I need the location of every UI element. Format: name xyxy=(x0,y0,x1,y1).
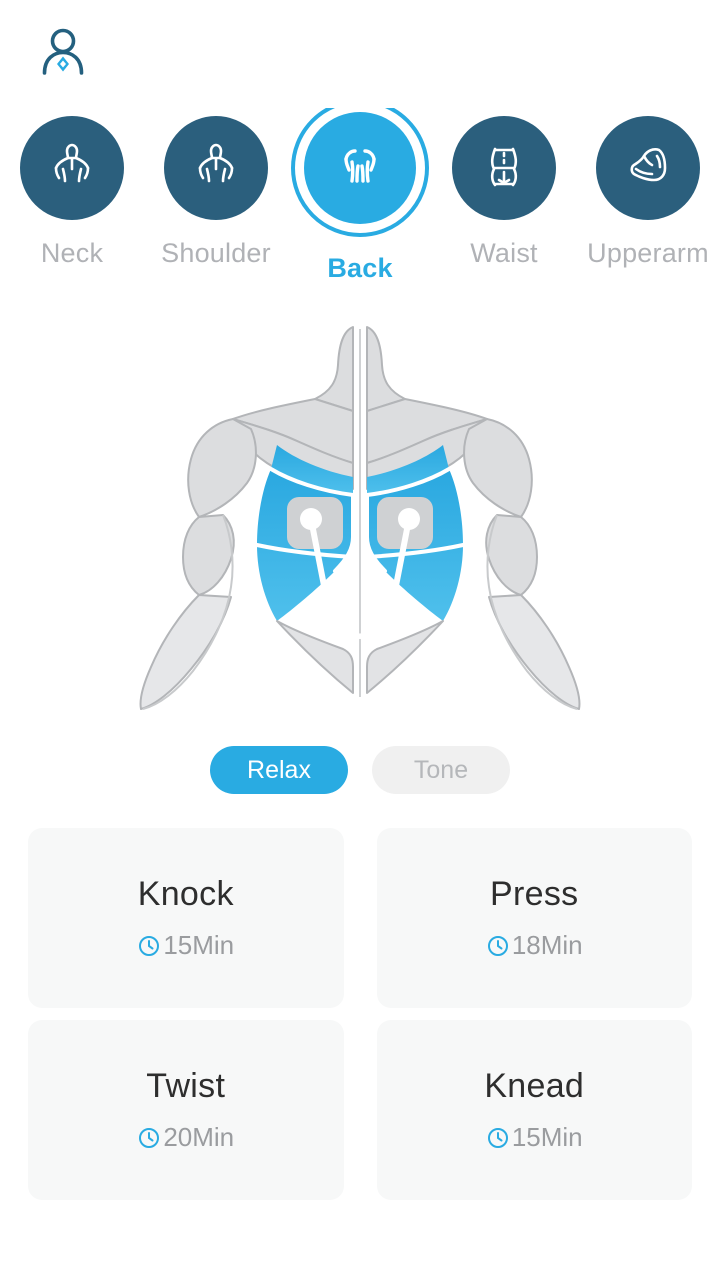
tab-back-inner xyxy=(304,112,416,224)
tab-upperarm[interactable]: Upperarm xyxy=(576,108,720,269)
mode-toggle-group[interactable]: Relax Tone xyxy=(0,746,720,794)
back-muscle-diagram[interactable] xyxy=(0,304,720,734)
body-part-tabstrip[interactable]: Neck Shoulder Back Waist Upperarm xyxy=(0,108,720,308)
clock-icon xyxy=(486,1126,510,1150)
user-profile-button[interactable] xyxy=(34,25,92,83)
mode-button-relax[interactable]: Relax xyxy=(210,746,348,794)
tab-shoulder-circle xyxy=(164,116,268,220)
program-card-knead[interactable]: Knead 15Min xyxy=(376,1020,692,1200)
app-header xyxy=(0,0,720,108)
program-card-twist[interactable]: Twist 20Min xyxy=(28,1020,344,1200)
program-duration: 18Min xyxy=(486,930,583,961)
tab-upperarm-circle xyxy=(596,116,700,220)
tab-shoulder-label: Shoulder xyxy=(161,238,271,268)
tab-upperarm-label: Upperarm xyxy=(587,238,709,268)
clock-icon xyxy=(486,934,510,958)
program-title: Twist xyxy=(146,1067,226,1105)
waist-body-icon xyxy=(477,139,531,198)
tab-waist[interactable]: Waist xyxy=(432,108,576,269)
back-body-icon xyxy=(330,136,390,201)
tab-shoulder[interactable]: Shoulder xyxy=(144,108,288,269)
program-duration: 15Min xyxy=(137,930,234,961)
program-title: Knead xyxy=(484,1067,585,1105)
program-duration-text: 20Min xyxy=(163,1122,235,1152)
tab-back-label: Back xyxy=(327,253,393,283)
tab-neck-label: Neck xyxy=(40,238,104,268)
program-duration: 20Min xyxy=(137,1122,234,1153)
clock-icon xyxy=(137,1126,161,1150)
bicep-body-icon xyxy=(621,139,675,198)
tab-waist-circle xyxy=(452,116,556,220)
program-duration-text: 15Min xyxy=(511,1122,583,1152)
program-title: Press xyxy=(490,875,579,913)
user-profile-icon xyxy=(37,26,89,83)
tab-back-circle xyxy=(291,108,429,237)
program-title: Knock xyxy=(137,875,234,913)
tab-neck[interactable]: Neck xyxy=(0,108,144,269)
program-duration-text: 15Min xyxy=(163,930,235,960)
program-card-knock[interactable]: Knock 15Min xyxy=(28,828,344,1008)
program-card-grid: Knock 15Min Press 18Min Twist 20Min Knea… xyxy=(0,828,720,1200)
mode-button-tone[interactable]: Tone xyxy=(372,746,510,794)
neck-body-icon xyxy=(45,139,99,198)
tab-back[interactable]: Back xyxy=(288,108,432,284)
program-duration: 15Min xyxy=(486,1122,583,1153)
clock-icon xyxy=(137,934,161,958)
program-card-press[interactable]: Press 18Min xyxy=(376,828,692,1008)
shoulder-body-icon xyxy=(189,139,243,198)
tab-neck-circle xyxy=(20,116,124,220)
tab-waist-label: Waist xyxy=(470,238,538,268)
program-duration-text: 18Min xyxy=(511,930,583,960)
